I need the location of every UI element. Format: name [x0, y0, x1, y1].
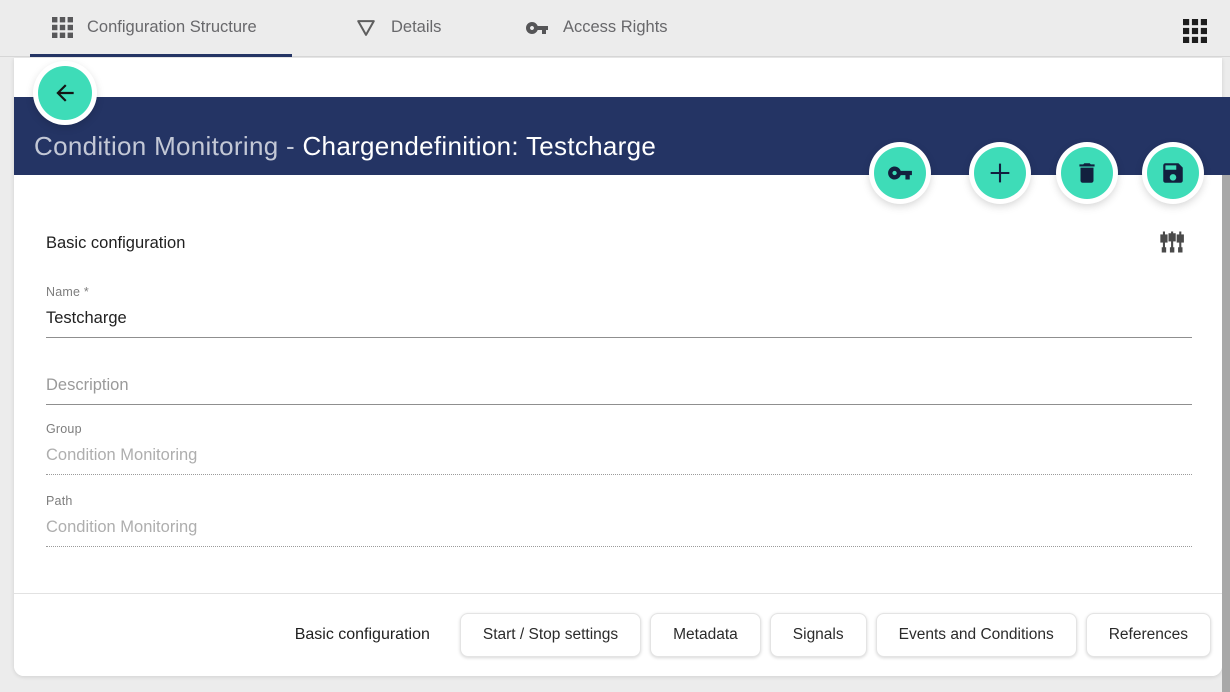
tab-configuration-structure[interactable]: Configuration Structure [52, 0, 257, 55]
add-button[interactable] [974, 147, 1026, 199]
page-title-prefix: Condition Monitoring - [34, 131, 302, 161]
apps-grid-icon[interactable] [1183, 19, 1207, 43]
section-nav-active-label: Basic configuration [295, 626, 430, 644]
section-nav-bar: Basic configuration Start / Stop setting… [14, 593, 1222, 676]
tab-details[interactable]: Details [355, 0, 441, 55]
tab-access-rights[interactable]: Access Rights [525, 0, 668, 55]
sliders-icon[interactable] [1158, 226, 1190, 258]
name-field-label: Name * [46, 285, 1192, 299]
page-title-main: Chargendefinition: Testcharge [302, 131, 656, 161]
path-input [46, 514, 1192, 547]
page-title: Condition Monitoring - Chargendefinition… [34, 131, 656, 162]
description-field [46, 370, 1192, 405]
tab-label: Configuration Structure [87, 18, 257, 37]
section-nav-metadata-button[interactable]: Metadata [650, 613, 761, 657]
vertical-scrollbar[interactable] [1222, 175, 1230, 692]
access-rights-button[interactable] [874, 147, 926, 199]
back-button[interactable] [38, 66, 92, 120]
section-nav-references-button[interactable]: References [1086, 613, 1211, 657]
save-button[interactable] [1147, 147, 1199, 199]
section-nav-start-stop-settings-button[interactable]: Start / Stop settings [460, 613, 641, 657]
save-icon [1160, 160, 1186, 186]
section-nav-events-and-conditions-button[interactable]: Events and Conditions [876, 613, 1077, 657]
group-input [46, 442, 1192, 475]
group-field-label: Group [46, 422, 1192, 436]
tab-label: Access Rights [563, 18, 668, 37]
section-title: Basic configuration [46, 234, 185, 253]
delete-button[interactable] [1061, 147, 1113, 199]
path-field-label: Path [46, 494, 1192, 508]
description-input[interactable] [46, 370, 1192, 405]
top-tab-bar: Configuration Structure Details Access R… [0, 0, 1230, 57]
page-header: Condition Monitoring - Chargendefinition… [14, 97, 1230, 175]
name-input[interactable] [46, 305, 1192, 338]
grid-icon [52, 17, 73, 38]
tab-label: Details [391, 18, 441, 37]
active-tab-underline [30, 54, 292, 57]
name-field: Name * [46, 285, 1192, 338]
section-nav-signals-button[interactable]: Signals [770, 613, 867, 657]
path-field: Path [46, 494, 1192, 547]
arrow-left-icon [52, 80, 78, 106]
trash-icon [1074, 160, 1100, 186]
plus-icon [986, 159, 1014, 187]
group-field: Group [46, 422, 1192, 475]
key-icon [887, 160, 913, 186]
key-icon [525, 16, 549, 40]
funnel-icon [355, 17, 377, 39]
